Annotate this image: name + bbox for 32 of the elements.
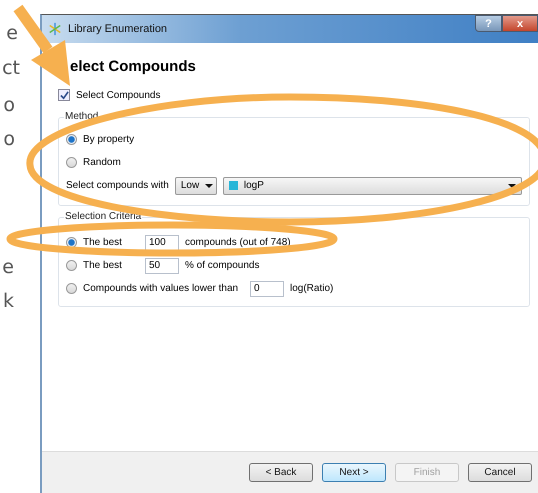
slide-text: o xyxy=(3,96,15,115)
level-dropdown[interactable]: Low xyxy=(174,176,217,194)
unit-label: compounds (out of 748) xyxy=(185,237,291,248)
page-heading: elect Compounds xyxy=(70,57,197,77)
input-field[interactable]: 100 xyxy=(145,234,179,250)
wizard-button[interactable]: Next > xyxy=(322,463,386,482)
slide-text: ct xyxy=(2,59,20,78)
select-with-label: Select compounds with xyxy=(66,180,169,191)
slide-text: o xyxy=(3,130,15,149)
select-compounds-checkbox[interactable] xyxy=(58,89,70,101)
unit-label: log(Ratio) xyxy=(290,283,334,294)
checkbox-label: Select Compounds xyxy=(76,90,160,100)
radio-button[interactable] xyxy=(66,260,77,271)
wizard-button[interactable]: < Back xyxy=(249,463,313,482)
radio-label: The best xyxy=(83,237,123,248)
radio-label: Compounds with values lower than xyxy=(83,283,240,294)
radio-button[interactable] xyxy=(66,283,77,294)
input-field[interactable]: 0 xyxy=(250,280,284,296)
radio-button[interactable] xyxy=(66,157,77,168)
radio-label: The best xyxy=(83,260,123,271)
window-title: Library Enumeration xyxy=(68,23,168,35)
slide-text: k xyxy=(2,292,14,311)
input-field[interactable]: 50 xyxy=(145,258,179,274)
wizard-button[interactable]: Cancel xyxy=(468,463,532,482)
radio-label: Random xyxy=(83,157,121,168)
radio-label: By property xyxy=(83,134,134,145)
app-icon xyxy=(48,22,62,36)
slide-text: e xyxy=(2,258,14,277)
unit-label: % of compounds xyxy=(185,260,260,271)
slide-text: e xyxy=(6,24,18,43)
property-dropdown[interactable]: logP xyxy=(222,176,522,194)
radio-button[interactable] xyxy=(66,134,77,145)
